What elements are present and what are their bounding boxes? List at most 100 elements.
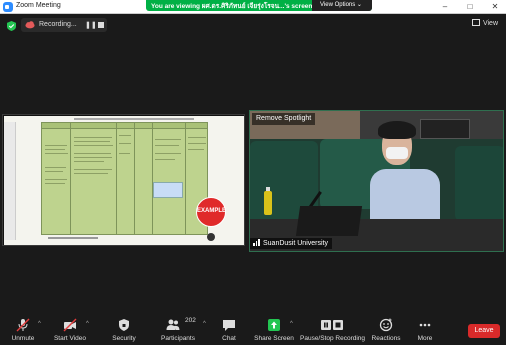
table-text-line — [155, 145, 179, 146]
grid-view-icon — [471, 19, 480, 26]
table-text-line — [45, 171, 63, 172]
shared-screen: EXAMPLE — [2, 114, 245, 246]
more-button[interactable]: More — [410, 315, 440, 345]
table-text-line — [155, 153, 181, 154]
banner-text: You are viewing ผศ.ดร.ศิริภัทนย์ เจียรุ่… — [151, 3, 313, 10]
chat-label: Chat — [222, 335, 236, 342]
audio-level-icon — [253, 239, 260, 246]
table-text-line — [74, 137, 112, 138]
audio-options-caret-icon[interactable]: ^ — [38, 321, 41, 327]
table-text-line — [74, 157, 112, 158]
security-button[interactable]: Security — [106, 315, 142, 345]
chat-button[interactable]: Chat — [214, 315, 244, 345]
zoom-logo-icon — [3, 2, 13, 12]
document-comment-box — [153, 182, 183, 198]
share-screen-label: Share Screen — [254, 335, 294, 342]
document-sidebar — [4, 122, 16, 240]
participants-options-caret-icon[interactable]: ^ — [203, 321, 206, 327]
reactions-icon — [379, 318, 393, 332]
table-text-line — [45, 145, 67, 146]
water-bottle — [264, 187, 272, 215]
table-text-line — [119, 135, 131, 136]
table-column-divider — [134, 123, 135, 234]
speaker-mask — [386, 147, 408, 159]
table-text-line — [188, 137, 206, 138]
participant-name-tag: SuanDusit University — [250, 238, 332, 249]
table-text-line — [74, 141, 110, 142]
meeting-toolbar: Unmute ^ Start Video ^ Security 202 Part… — [0, 315, 506, 345]
unmute-label: Unmute — [11, 335, 35, 342]
table-text-line — [45, 179, 67, 180]
stop-recording-button[interactable] — [98, 22, 104, 28]
participant-name: SuanDusit University — [263, 240, 328, 247]
video-chair — [455, 146, 503, 221]
zoom-control-icon[interactable] — [207, 233, 215, 241]
security-shield-icon — [119, 319, 129, 331]
participants-label: Participants — [161, 335, 195, 342]
table-text-line — [119, 153, 130, 154]
shared-document: EXAMPLE — [4, 116, 244, 245]
document-footer — [48, 237, 98, 239]
pause-stop-recording-button[interactable]: Pause/Stop Recording — [300, 315, 366, 345]
encryption-shield-icon[interactable] — [7, 21, 16, 31]
share-screen-icon — [268, 319, 280, 331]
table-text-line — [45, 149, 65, 150]
pause-recording-button[interactable]: ❚❚ — [85, 21, 97, 29]
video-options-caret-icon[interactable]: ^ — [86, 321, 89, 327]
table-text-line — [188, 149, 204, 150]
chat-bubble-icon — [223, 320, 235, 331]
speaker-hair — [378, 121, 416, 139]
more-dots-icon — [419, 323, 431, 327]
table-text-line — [45, 183, 65, 184]
minimize-button[interactable]: – — [436, 1, 454, 13]
start-video-label: Start Video — [53, 335, 87, 342]
table-column-divider — [116, 123, 117, 234]
table-column-divider — [152, 123, 153, 234]
table-text-line — [119, 143, 131, 144]
pause-stop-recording-icon — [321, 320, 343, 330]
table-text-line — [45, 153, 68, 154]
pause-stop-recording-label: Pause/Stop Recording — [300, 335, 366, 342]
more-label: More — [417, 335, 433, 342]
share-options-caret-icon[interactable]: ^ — [290, 321, 293, 327]
leave-button[interactable]: Leave — [468, 324, 500, 338]
close-button[interactable]: ✕ — [486, 1, 504, 13]
table-text-line — [74, 161, 104, 162]
table-text-line — [188, 143, 206, 144]
screen-share-banner: You are viewing ผศ.ดร.ศิริภัทนย์ เจียรุ่… — [146, 0, 372, 11]
reactions-label: Reactions — [371, 335, 401, 342]
recording-indicator: Recording... ❚❚ — [21, 18, 107, 32]
example-stamp: EXAMPLE — [196, 197, 226, 227]
start-video-button[interactable]: Start Video — [50, 315, 90, 345]
view-button[interactable]: View — [471, 19, 498, 31]
video-off-icon — [63, 318, 77, 332]
document-table — [41, 122, 208, 235]
table-header — [42, 123, 207, 129]
document-header — [74, 118, 194, 120]
share-screen-button[interactable]: Share Screen — [254, 315, 294, 345]
laptop — [295, 206, 363, 236]
view-options-button[interactable]: View Options ⌄ — [312, 0, 372, 11]
participants-button[interactable]: 202 Participants — [158, 315, 198, 345]
table-text-line — [155, 159, 175, 160]
table-text-line — [45, 167, 66, 168]
window-title: Zoom Meeting — [16, 2, 61, 9]
table-text-line — [74, 169, 112, 170]
table-text-line — [155, 139, 181, 140]
table-text-line — [74, 145, 113, 146]
reactions-button[interactable]: Reactions — [370, 315, 402, 345]
muted-microphone-icon — [16, 318, 30, 332]
maximize-button[interactable]: □ — [461, 1, 479, 13]
cloud-recording-icon — [25, 21, 35, 29]
table-column-divider — [185, 123, 186, 234]
participant-count: 202 — [185, 317, 196, 324]
table-text-line — [74, 173, 108, 174]
remove-spotlight-button[interactable]: Remove Spotlight — [252, 113, 316, 125]
speaker-video: Remove Spotlight SuanDusit University — [249, 110, 504, 252]
security-label: Security — [112, 335, 136, 342]
table-column-divider — [70, 123, 71, 234]
participants-icon — [166, 319, 180, 330]
video-monitor — [420, 119, 470, 139]
recording-label: Recording... — [39, 21, 77, 28]
unmute-button[interactable]: Unmute — [4, 315, 42, 345]
